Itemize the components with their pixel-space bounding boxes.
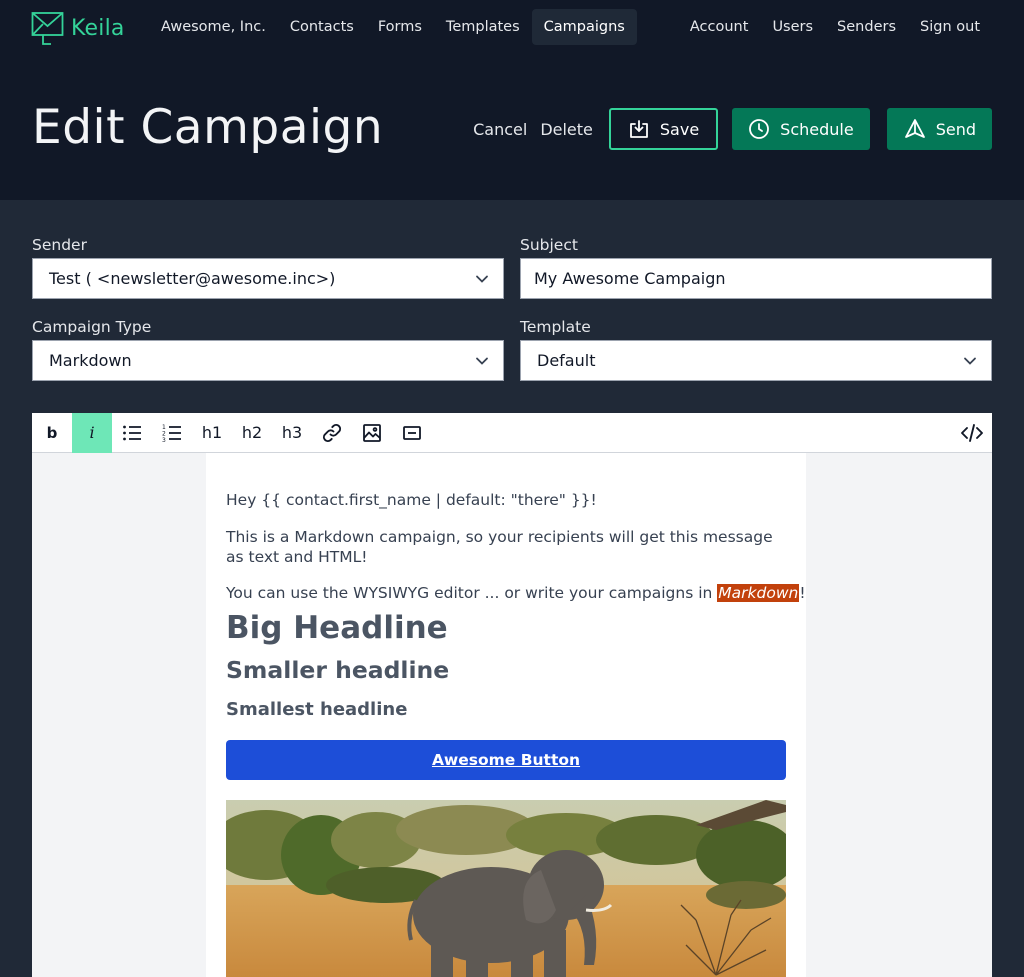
- nav-item-account[interactable]: Account: [678, 9, 761, 45]
- campaign-type-value: Markdown: [49, 351, 132, 370]
- brand-name: Keila: [71, 15, 125, 41]
- highlighted-word: Markdown: [717, 584, 800, 602]
- image-icon: [363, 423, 381, 442]
- template-label: Template: [520, 318, 591, 336]
- campaign-type-select[interactable]: Markdown: [32, 340, 504, 381]
- nav-item-organization[interactable]: Awesome, Inc.: [149, 9, 278, 45]
- heading-2-button[interactable]: h2: [232, 413, 272, 453]
- wysiwyg-suffix: !: [799, 584, 806, 602]
- image-button[interactable]: [352, 413, 392, 453]
- send-button-label: Send: [935, 119, 976, 139]
- smallest-headline: Smallest headline: [226, 699, 408, 720]
- button-block-button[interactable]: [392, 413, 432, 453]
- link-button[interactable]: [312, 413, 352, 453]
- campaign-type-label: Campaign Type: [32, 318, 152, 336]
- clock-icon: [749, 119, 770, 139]
- send-button[interactable]: Send: [886, 108, 992, 150]
- code-icon: [961, 423, 983, 442]
- bullet-list-button[interactable]: [112, 413, 152, 453]
- chevron-down-icon: [476, 357, 488, 365]
- greeting-paragraph: Hey {{ contact.first_name | default: "th…: [226, 491, 597, 509]
- link-icon: [323, 423, 341, 442]
- svg-text:3: 3: [162, 437, 166, 443]
- subject-value: My Awesome Campaign: [534, 269, 726, 288]
- heading-3-button[interactable]: h3: [272, 413, 312, 453]
- editor-canvas[interactable]: Hey {{ contact.first_name | default: "th…: [32, 453, 992, 977]
- schedule-button-label: Schedule: [780, 119, 854, 139]
- big-headline: Big Headline: [226, 610, 448, 646]
- button-block-icon: [403, 425, 421, 440]
- nav-item-campaigns[interactable]: Campaigns: [531, 9, 637, 45]
- elephant-photo: [226, 800, 786, 977]
- italic-button[interactable]: i: [72, 412, 112, 453]
- awesome-button[interactable]: Awesome Button: [226, 740, 786, 780]
- editor-toolbar: b i 1 2 3 h1 h2 h3: [32, 412, 992, 453]
- send-icon: [904, 119, 925, 138]
- sender-select[interactable]: Test ( <newsletter@awesome.inc>): [32, 258, 504, 299]
- smaller-headline: Smaller headline: [226, 656, 450, 684]
- account-nav: Account Users Senders Sign out: [678, 9, 992, 45]
- heading-1-button[interactable]: h1: [192, 413, 232, 453]
- template-value: Default: [537, 351, 596, 370]
- delete-button[interactable]: Delete: [540, 120, 593, 139]
- brand-logo[interactable]: Keila: [31, 10, 125, 46]
- subject-label: Subject: [520, 236, 578, 254]
- intro-paragraph: This is a Markdown campaign, so your rec…: [226, 528, 773, 566]
- page-title: Edit Campaign: [32, 100, 384, 155]
- nav-item-users[interactable]: Users: [760, 9, 825, 45]
- schedule-button[interactable]: Schedule: [732, 108, 870, 150]
- email-document[interactable]: Hey {{ contact.first_name | default: "th…: [206, 453, 806, 977]
- wysiwyg-text: You can use the WYSIWYG editor ... or wr…: [226, 584, 718, 602]
- main-nav: Awesome, Inc. Contacts Forms Templates C…: [149, 9, 637, 45]
- nav-item-sign-out[interactable]: Sign out: [908, 9, 992, 45]
- subject-input[interactable]: My Awesome Campaign: [520, 258, 992, 299]
- wysiwyg-paragraph: You can use the WYSIWYG editor ... or wr…: [226, 583, 806, 603]
- bold-button[interactable]: b: [32, 413, 72, 453]
- sender-value: Test ( <newsletter@awesome.inc>): [49, 269, 336, 288]
- template-select[interactable]: Default: [520, 340, 992, 381]
- chevron-down-icon: [964, 357, 976, 365]
- nav-item-forms[interactable]: Forms: [366, 9, 434, 45]
- code-view-button[interactable]: [952, 413, 992, 453]
- ordered-list-icon: 1 2 3: [162, 424, 181, 443]
- nav-item-senders[interactable]: Senders: [825, 9, 908, 45]
- nav-item-templates[interactable]: Templates: [434, 9, 532, 45]
- nav-item-contacts[interactable]: Contacts: [278, 9, 366, 45]
- ordered-list-button[interactable]: 1 2 3: [152, 413, 192, 453]
- bullet-list-icon: [123, 425, 141, 440]
- chevron-down-icon: [476, 275, 488, 283]
- save-button[interactable]: Save: [608, 108, 719, 150]
- mail-logo-icon: [31, 12, 64, 45]
- download-tray-icon: [629, 120, 648, 138]
- cancel-button[interactable]: Cancel: [473, 120, 527, 139]
- sender-label: Sender: [32, 236, 87, 254]
- top-navigation: Keila Awesome, Inc. Contacts Forms Templ…: [0, 0, 1024, 200]
- save-button-label: Save: [659, 119, 700, 139]
- campaign-actions: Cancel Delete Save Schedule Send: [473, 108, 992, 150]
